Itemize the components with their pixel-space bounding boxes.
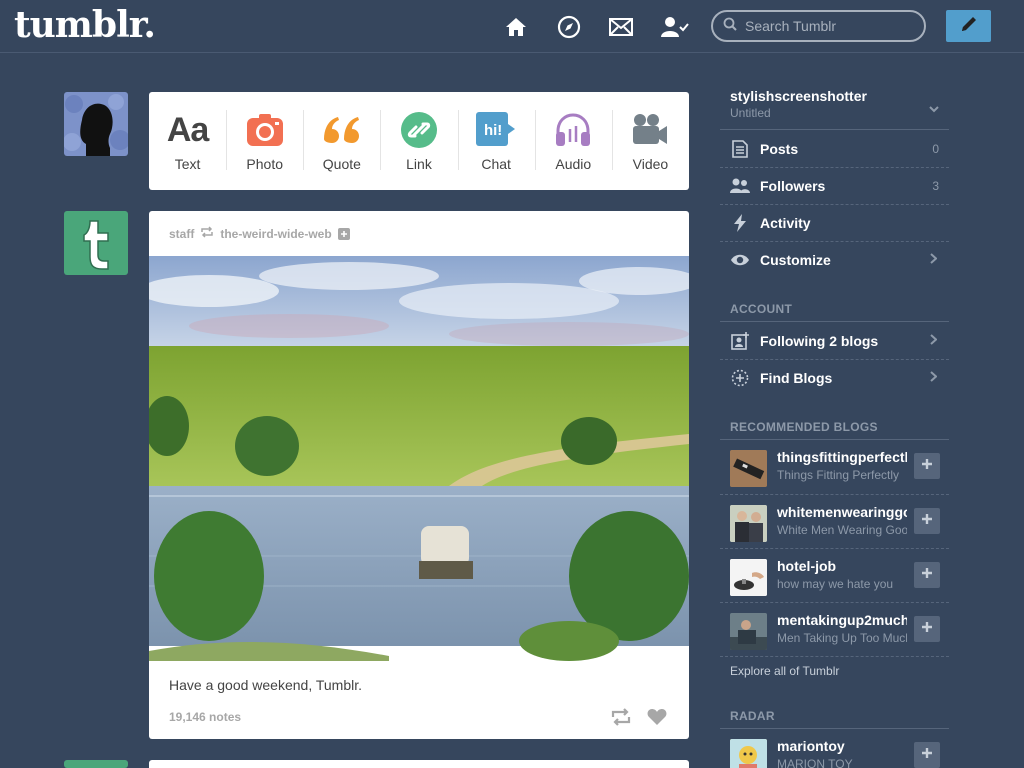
post-caption: Have a good weekend, Tumblr. <box>169 677 363 693</box>
post-header: staff the-weird-wide-web <box>149 211 689 256</box>
follow-blog-button[interactable] <box>914 562 940 588</box>
sidebar-item-followers[interactable]: Followers 3 <box>720 167 949 204</box>
chevron-right-icon <box>930 332 938 350</box>
followers-count: 3 <box>932 179 939 193</box>
follow-blog-button[interactable] <box>914 508 940 534</box>
account-heading: ACCOUNT <box>730 302 793 316</box>
blog-header[interactable]: stylishscreenshotter Untitled <box>730 88 949 120</box>
post-photo[interactable] <box>149 256 689 661</box>
blog-thumbnail <box>730 505 767 542</box>
camera-icon <box>245 110 285 150</box>
chat-bubble-icon: hi! <box>476 110 516 150</box>
plus-icon <box>921 566 933 584</box>
radar-blog[interactable]: mariontoy MARION TOY <box>720 729 949 768</box>
headphones-icon <box>553 110 593 150</box>
video-camera-icon <box>630 110 670 150</box>
pencil-icon <box>959 14 979 39</box>
plus-icon <box>921 512 933 530</box>
quote-marks-icon <box>322 110 362 150</box>
eye-icon <box>730 250 750 270</box>
recommended-blog[interactable]: thingsfittingperfectly Things Fitting Pe… <box>720 440 949 494</box>
plus-icon <box>921 457 933 475</box>
radar-heading: RADAR <box>730 709 775 723</box>
text-aa-icon: Aa <box>166 110 209 149</box>
recommended-blog[interactable]: hotel-job how may we hate you <box>720 548 949 602</box>
account-menu-icon[interactable] <box>660 14 690 40</box>
plus-icon <box>921 620 933 638</box>
sidebar-item-activity[interactable]: Activity <box>720 204 949 241</box>
post-type-chat[interactable]: hi! Chat <box>457 92 535 190</box>
follow-blog-button[interactable] <box>914 616 940 642</box>
follow-blog-button[interactable] <box>914 453 940 479</box>
blog-thumbnail <box>730 559 767 596</box>
posts-icon <box>730 139 750 159</box>
posts-count: 0 <box>932 141 939 156</box>
recommended-blog[interactable]: whitemenwearinggoogleglass White Men Wea… <box>720 494 949 548</box>
activity-bolt-icon <box>730 213 750 233</box>
top-header: tumblr. <box>0 0 1024 53</box>
reblog-icon[interactable] <box>610 707 632 727</box>
blog-thumbnail <box>730 613 767 650</box>
post-type-audio[interactable]: Audio <box>534 92 612 190</box>
blog-thumbnail <box>730 739 767 768</box>
post-type-photo[interactable]: Photo <box>226 92 303 190</box>
user-avatar[interactable] <box>64 92 128 156</box>
sidebar-item-find-blogs[interactable]: Find Blogs <box>720 359 949 396</box>
staff-avatar[interactable] <box>64 211 128 275</box>
dashboard-post: staff the-weird-wide-web Have a good wee… <box>149 211 689 739</box>
link-chain-icon <box>399 110 439 150</box>
sidebar-item-posts[interactable]: Posts 0 <box>720 130 949 167</box>
sidebar-item-following[interactable]: Following 2 blogs <box>720 322 949 359</box>
next-post <box>149 760 689 768</box>
post-type-quote[interactable]: Quote <box>303 92 380 190</box>
search-icon <box>723 17 737 36</box>
compose-button[interactable] <box>946 10 991 42</box>
divider <box>720 656 949 657</box>
find-blogs-icon <box>730 368 750 388</box>
post-type-bar: Aa Text Photo Quote Link hi! Chat Audio <box>149 92 689 190</box>
blog-thumbnail <box>730 450 767 487</box>
explore-compass-icon[interactable] <box>556 14 582 40</box>
follow-plus-icon[interactable] <box>337 227 350 240</box>
like-heart-icon[interactable] <box>646 707 668 727</box>
tumblr-logo[interactable]: tumblr. <box>14 4 156 46</box>
chevron-down-icon[interactable] <box>929 100 939 118</box>
post-type-text[interactable]: Aa Text <box>149 92 226 190</box>
next-post-avatar[interactable] <box>64 760 128 768</box>
search-box[interactable] <box>711 10 926 42</box>
chevron-right-icon <box>930 251 938 269</box>
reblog-arrow-icon <box>200 226 214 241</box>
blog-subtitle: Untitled <box>730 106 771 120</box>
plus-icon <box>921 746 933 764</box>
post-author-link[interactable]: staff <box>169 227 194 241</box>
recommended-heading: RECOMMENDED BLOGS <box>730 420 878 434</box>
recommended-blog[interactable]: mentakingup2muchroom Men Taking Up Too M… <box>720 602 949 656</box>
messages-envelope-icon[interactable] <box>608 14 634 40</box>
blog-name: stylishscreenshotter <box>730 88 867 104</box>
post-type-video[interactable]: Video <box>611 92 689 190</box>
follow-blog-button[interactable] <box>914 742 940 768</box>
home-icon[interactable] <box>503 14 529 40</box>
following-icon <box>730 331 750 351</box>
sidebar-item-customize[interactable]: Customize <box>720 241 949 278</box>
reblogged-from-link[interactable]: the-weird-wide-web <box>220 227 331 241</box>
post-notes-count[interactable]: 19,146 notes <box>169 710 241 724</box>
explore-tumblr-link[interactable]: Explore all of Tumblr <box>730 664 839 678</box>
search-input[interactable] <box>745 18 915 34</box>
followers-icon <box>730 176 750 196</box>
post-type-link[interactable]: Link <box>380 92 457 190</box>
chevron-right-icon <box>930 369 938 387</box>
